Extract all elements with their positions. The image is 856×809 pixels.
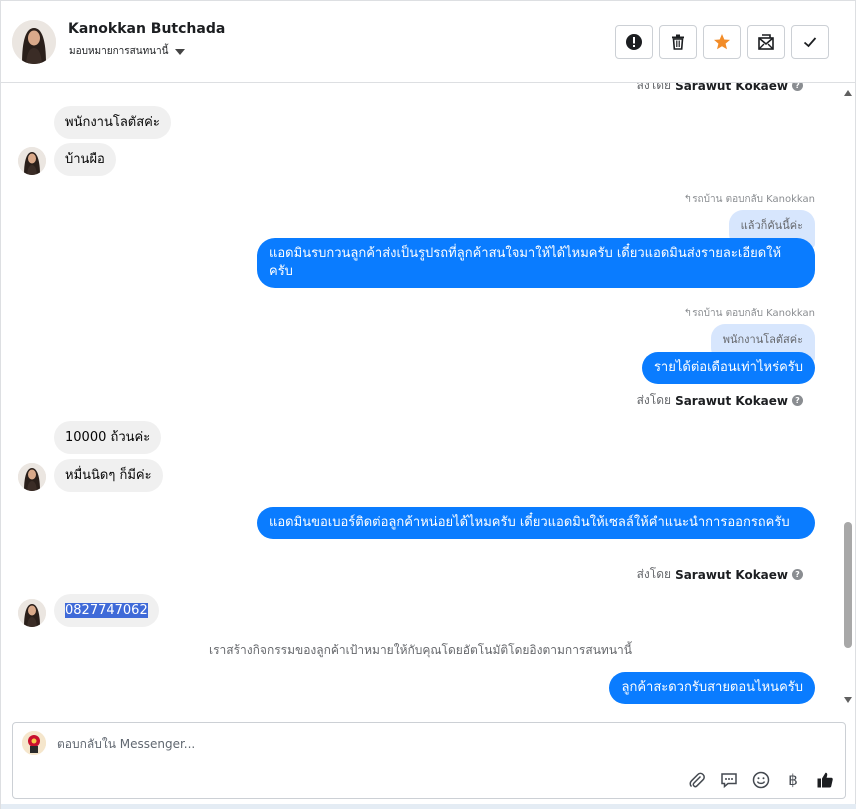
message-thread: ส่งโดย Sarawut Kokaew ? พนักงานโลตัสค่ะ … bbox=[1, 83, 843, 713]
conversation-header: Kanokkan Butchada มอบหมายการสนทนานี้ bbox=[1, 1, 855, 83]
assign-label: มอบหมายการสนทนานี้ bbox=[69, 46, 169, 57]
delete-button[interactable] bbox=[659, 25, 697, 59]
reply-arrow-icon: ↰ bbox=[683, 308, 693, 319]
reply-label: ↰รถบ้าน ตอบกลับ Kanokkan bbox=[683, 308, 815, 319]
help-icon[interactable]: ? bbox=[792, 569, 803, 580]
contact-avatar-small bbox=[18, 463, 46, 491]
contact-avatar-small bbox=[18, 599, 46, 627]
sent-by-label: ส่งโดย Sarawut Kokaew ? bbox=[637, 565, 803, 584]
done-icon bbox=[803, 37, 817, 48]
reply-label: ↰รถบ้าน ตอบกลับ Kanokkan bbox=[683, 194, 815, 205]
mark-unread-icon bbox=[758, 34, 774, 50]
contact-avatar-small bbox=[18, 147, 46, 175]
contact-name[interactable]: Kanokkan Butchada bbox=[68, 21, 225, 37]
saved-replies-icon bbox=[721, 773, 737, 789]
scroll-up-arrow-icon[interactable] bbox=[844, 90, 852, 96]
help-icon[interactable]: ? bbox=[792, 83, 803, 91]
agent-name: Sarawut Kokaew bbox=[675, 393, 788, 408]
message-scrollbar[interactable] bbox=[841, 83, 855, 713]
system-note: เราสร้างกิจกรรมของลูกค้าเป้าหมายให้กับคุ… bbox=[209, 643, 632, 657]
incoming-message[interactable]: บ้านผือ bbox=[54, 143, 116, 176]
help-icon[interactable]: ? bbox=[792, 395, 803, 406]
scroll-down-arrow-icon[interactable] bbox=[844, 697, 852, 703]
bottom-divider bbox=[1, 804, 856, 809]
inbox-conversation-panel: Kanokkan Butchada มอบหมายการสนทนานี้ ส่ง… bbox=[0, 0, 856, 809]
star-icon bbox=[714, 34, 730, 50]
outgoing-message[interactable]: รายได้ต่อเดือนเท่าไหร่ครับ bbox=[641, 352, 815, 384]
saved-replies-button[interactable] bbox=[719, 770, 739, 790]
agent-name: Sarawut Kokaew bbox=[675, 567, 788, 582]
reply-composer: ฿ bbox=[12, 722, 846, 799]
selected-phone-number[interactable]: 0827747062 bbox=[65, 603, 148, 618]
sent-by-label: ส่งโดย Sarawut Kokaew ? bbox=[637, 83, 803, 95]
message-input[interactable] bbox=[57, 733, 757, 755]
attachment-icon bbox=[689, 772, 705, 788]
mark-unread-button[interactable] bbox=[747, 25, 785, 59]
like-icon bbox=[817, 772, 833, 788]
conversation-actions bbox=[615, 25, 829, 59]
payment-icon: ฿ bbox=[788, 771, 798, 789]
contact-avatar[interactable] bbox=[12, 20, 56, 64]
outgoing-message[interactable]: ลูกค้าสะดวกรับสายตอนไหนครับ bbox=[609, 672, 815, 704]
caret-down-icon bbox=[175, 48, 186, 55]
mark-spam-button[interactable] bbox=[615, 25, 653, 59]
sent-by-label: ส่งโดย Sarawut Kokaew ? bbox=[637, 391, 803, 410]
star-button[interactable] bbox=[703, 25, 741, 59]
composer-tools: ฿ bbox=[687, 770, 835, 790]
incoming-message[interactable]: 10000 ถ้วนค่ะ bbox=[54, 421, 162, 454]
agent-name: Sarawut Kokaew bbox=[675, 83, 788, 93]
attach-button[interactable] bbox=[687, 770, 707, 790]
spam-icon bbox=[626, 34, 642, 50]
outgoing-message[interactable]: แอดมินขอเบอร์ติดต่อลูกค้าหน่อยได้ไหมครับ… bbox=[257, 507, 815, 539]
emoji-icon bbox=[752, 771, 770, 789]
outgoing-message[interactable]: แอดมินรบกวนลูกค้าส่งเป็นรูปรถที่ลูกค้าสน… bbox=[257, 238, 815, 288]
page-avatar bbox=[22, 731, 46, 755]
mark-done-button[interactable] bbox=[791, 25, 829, 59]
emoji-button[interactable] bbox=[751, 770, 771, 790]
like-button[interactable] bbox=[815, 770, 835, 790]
incoming-message[interactable]: พนักงานโลตัสค่ะ bbox=[54, 106, 171, 139]
reply-arrow-icon: ↰ bbox=[683, 194, 693, 205]
incoming-message[interactable]: หมื่นนิดๆ ก็มีค่ะ bbox=[54, 459, 163, 492]
trash-icon bbox=[672, 34, 684, 50]
incoming-message[interactable]: 0827747062 bbox=[54, 594, 159, 627]
payment-button[interactable]: ฿ bbox=[783, 770, 803, 790]
scroll-thumb[interactable] bbox=[844, 522, 852, 648]
assign-conversation-dropdown[interactable]: มอบหมายการสนทนานี้ bbox=[69, 44, 186, 59]
